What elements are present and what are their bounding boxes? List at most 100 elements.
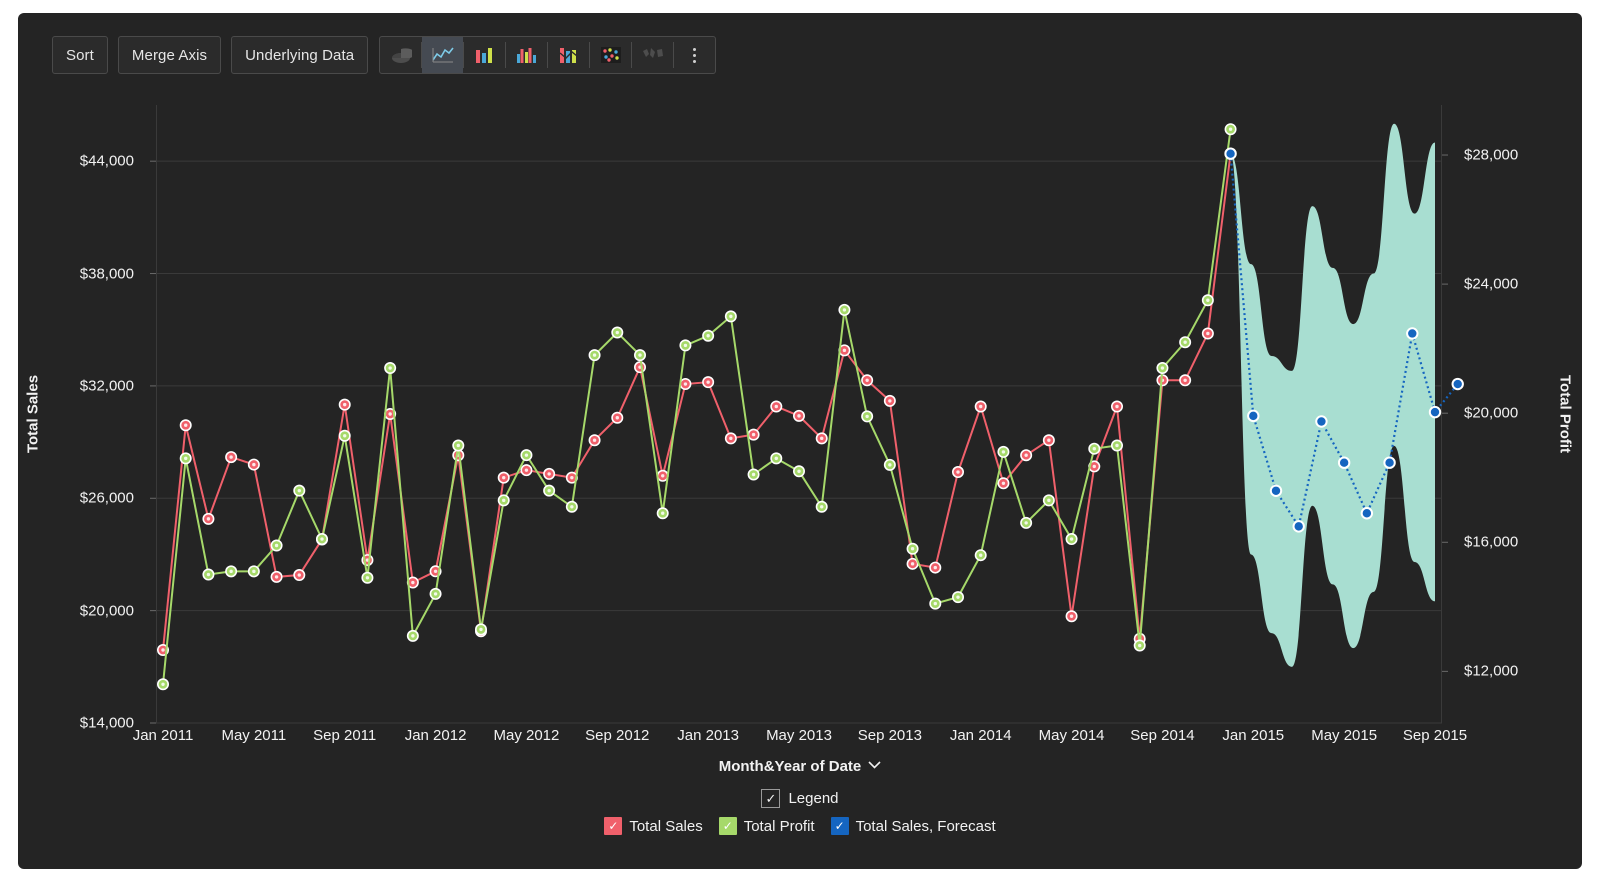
y-axis-right-title: Total Profit: [1556, 374, 1574, 454]
legend-item[interactable]: ✓ Total Sales: [604, 817, 703, 835]
visualization-panel: Sort Merge Axis Underlying Data Total Sa…: [18, 13, 1582, 869]
data-point-marker-center: [888, 399, 892, 403]
chart-toolbar: Sort Merge Axis Underlying Data: [52, 36, 717, 74]
x-axis-title-label: Month&Year of Date: [718, 758, 862, 775]
data-point-marker-center: [683, 343, 688, 348]
data-point-marker[interactable]: [1315, 415, 1328, 428]
data-point-marker-center: [297, 573, 301, 577]
legend-swatch-checkbox[interactable]: ✓: [718, 817, 737, 835]
data-point-marker-center: [502, 475, 506, 480]
data-point-marker-center: [547, 472, 551, 476]
data-point-marker-center: [1092, 464, 1096, 469]
data-point-marker-center: [751, 472, 756, 477]
map-chart-icon[interactable]: [632, 37, 673, 73]
merge-axis-button[interactable]: Merge Axis: [117, 36, 222, 74]
data-point-marker-center: [388, 412, 392, 416]
y-axis-left-title: Total Sales: [24, 374, 42, 454]
legend-checkbox[interactable]: ✓: [761, 789, 781, 808]
legend-item-label: Total Profit: [743, 817, 815, 835]
scatter-plot-icon[interactable]: [590, 37, 631, 73]
x-axis-tick-label: Jan 2011: [132, 727, 194, 744]
data-point-marker-center: [433, 592, 438, 596]
data-point-marker-center: [888, 463, 892, 467]
data-point-marker-center: [729, 314, 733, 319]
data-point-marker-center: [1115, 404, 1119, 409]
x-axis-tick-label: May 2015: [1311, 727, 1378, 744]
data-point-marker-center: [820, 505, 824, 509]
data-point-marker[interactable]: [1428, 405, 1442, 419]
data-point-marker-center: [706, 380, 710, 384]
data-point-marker-center: [933, 565, 937, 570]
data-point-marker-center: [661, 511, 665, 515]
data-point-marker-center: [206, 572, 211, 577]
y-axis-right-tick-label: $12,000: [1464, 662, 1519, 680]
combo-chart-icon[interactable]: [548, 37, 589, 73]
x-axis-tick-label: Jan 2012: [404, 727, 467, 744]
data-point-marker-center: [933, 601, 937, 606]
y-axis-left-tick-label: $44,000: [79, 152, 134, 170]
legend-item[interactable]: ✓ Total Sales, Forecast: [830, 817, 996, 835]
data-point-marker-center: [456, 443, 460, 448]
data-point-marker-center: [1160, 366, 1165, 370]
data-point-marker-center: [729, 436, 733, 441]
data-point-marker[interactable]: [1383, 456, 1396, 469]
data-point-marker-center: [320, 537, 324, 541]
data-point-marker-center: [184, 456, 188, 461]
legend-swatch-checkbox[interactable]: ✓: [604, 817, 623, 835]
data-point-marker[interactable]: [1247, 409, 1260, 423]
data-point-marker-center: [252, 462, 256, 467]
data-point-marker-center: [206, 517, 211, 521]
chart-area: Total Sales $14,000 $20,000 $26,000 $32,000…: [18, 85, 1582, 785]
data-point-marker-center: [1069, 614, 1074, 618]
grouped-bar-chart-icon[interactable]: [506, 37, 547, 73]
data-point-marker-center: [411, 580, 415, 585]
data-point-marker[interactable]: [1292, 520, 1305, 533]
y-axis-right-tick-label: $28,000: [1464, 146, 1519, 164]
data-point-marker-center: [842, 348, 847, 353]
data-point-marker[interactable]: [1224, 147, 1237, 160]
x-axis-tick-label: May 2011: [221, 727, 287, 744]
y-axis-left: Total Sales $14,000 $20,000 $26,000 $32,000…: [18, 105, 148, 732]
legend: ✓ Legend ✓ Total Sales ✓ Total Profit ✓ Total…: [18, 789, 1582, 835]
data-point-marker-center: [1183, 378, 1187, 382]
x-axis-title[interactable]: Month&Year of Date: [18, 756, 1582, 775]
legend-item[interactable]: ✓ Total Profit: [718, 817, 815, 835]
data-point-marker[interactable]: [1337, 456, 1351, 469]
line-chart-icon[interactable]: [422, 37, 464, 73]
legend-swatch-checkbox[interactable]: ✓: [830, 817, 849, 835]
data-point-marker[interactable]: [1269, 484, 1283, 497]
more-options-icon[interactable]: [674, 37, 715, 73]
data-point-marker-center: [365, 576, 370, 580]
bar-chart-icon[interactable]: [464, 37, 505, 73]
data-point-marker-center: [274, 543, 279, 548]
chevron-down-icon[interactable]: [868, 756, 881, 773]
x-axis-tick-label: Jan 2015: [1222, 727, 1285, 744]
y-axis-left-tick-label: $26,000: [79, 489, 134, 507]
data-point-marker-center: [1024, 453, 1028, 457]
data-point-marker-center: [1092, 446, 1096, 451]
legend-header[interactable]: ✓ Legend: [761, 789, 839, 808]
data-point-marker-center: [592, 438, 597, 442]
data-point-marker-center: [1069, 537, 1074, 541]
underlying-data-button[interactable]: Underlying Data: [231, 36, 369, 74]
data-point-marker-center: [1024, 521, 1028, 525]
data-point-marker[interactable]: [1406, 327, 1419, 340]
data-point-marker-center: [797, 469, 801, 473]
data-point-marker-center: [615, 330, 619, 335]
data-point-marker-center: [1001, 481, 1006, 485]
data-point-marker-center: [161, 648, 165, 652]
data-point-marker-center: [343, 434, 347, 438]
data-point-marker-center: [502, 498, 506, 503]
data-point-marker-center: [229, 569, 233, 574]
data-point-marker-center: [706, 334, 710, 338]
data-point-marker-center: [910, 547, 915, 551]
pie-chart-icon[interactable]: [380, 37, 421, 73]
y-axis-right-tick-label: $16,000: [1464, 533, 1519, 551]
x-axis-tick-label: May 2013: [766, 727, 832, 744]
sort-button[interactable]: Sort: [52, 36, 108, 74]
x-axis-tick-label: Sep 2012: [585, 727, 650, 744]
data-point-marker-center: [343, 402, 347, 407]
y-axis-right-tick-label: $20,000: [1464, 404, 1519, 422]
data-point-marker[interactable]: [1360, 507, 1374, 520]
x-axis-tick-label: Jan 2014: [949, 727, 1012, 744]
